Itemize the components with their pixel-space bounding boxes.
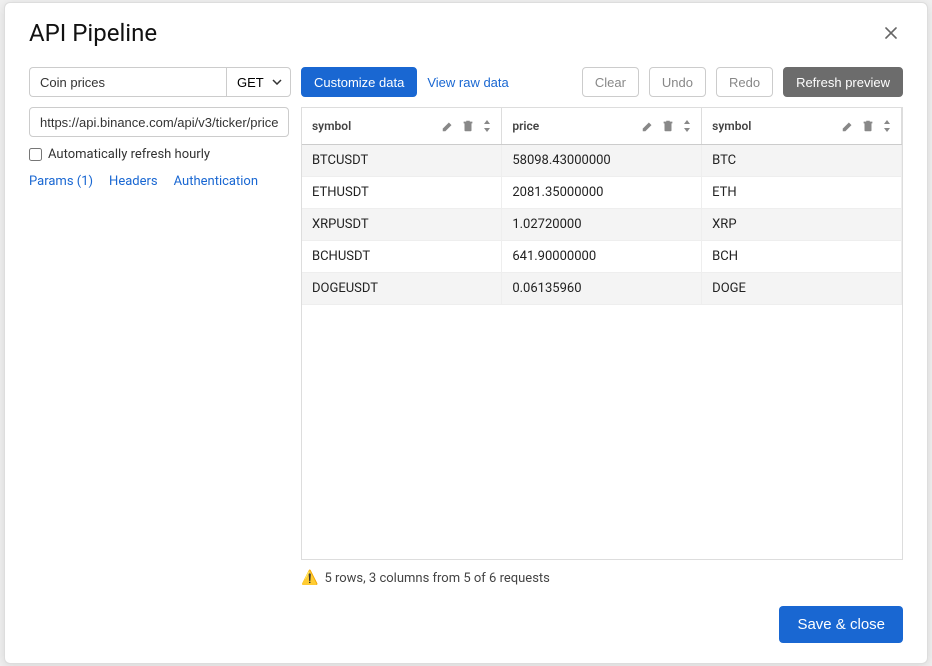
cell[interactable]: BTC [702,144,902,176]
table-row: XRPUSDT 1.02720000 XRP [302,208,902,240]
cell[interactable]: BCHUSDT [302,240,502,272]
column-label: symbol [312,119,441,133]
tab-params[interactable]: Params (1) [29,174,93,189]
column-label: price [512,119,641,133]
delete-column-icon[interactable] [461,119,475,133]
customize-data-button[interactable]: Customize data [301,67,417,97]
tab-headers[interactable]: Headers [109,174,158,189]
clear-button[interactable]: Clear [582,67,639,97]
view-raw-data-link[interactable]: View raw data [427,75,508,90]
column-header-price: price [502,108,702,144]
preview-panel: Customize data View raw data Clear Undo … [301,67,903,586]
preview-toolbar: Customize data View raw data Clear Undo … [301,67,903,97]
cell[interactable]: 0.06135960 [502,272,702,304]
close-button[interactable] [879,21,903,45]
cell[interactable]: 58098.43000000 [502,144,702,176]
delete-column-icon[interactable] [861,119,875,133]
cell[interactable]: XRP [702,208,902,240]
edit-column-icon[interactable] [841,119,855,133]
delete-column-icon[interactable] [661,119,675,133]
api-pipeline-modal: API Pipeline GET Automatically refresh h… [4,2,928,664]
refresh-preview-button[interactable]: Refresh preview [783,67,903,97]
redo-button[interactable]: Redo [716,67,773,97]
cell[interactable]: ETH [702,176,902,208]
tab-authentication[interactable]: Authentication [174,174,258,189]
column-label: symbol [712,119,841,133]
edit-column-icon[interactable] [441,119,455,133]
save-close-button[interactable]: Save & close [779,606,903,643]
table-row: DOGEUSDT 0.06135960 DOGE [302,272,902,304]
edit-column-icon[interactable] [641,119,655,133]
cell[interactable]: 2081.35000000 [502,176,702,208]
status-row: ⚠️ 5 rows, 3 columns from 5 of 6 request… [301,560,903,586]
warning-icon: ⚠️ [301,570,318,586]
config-tabs: Params (1) Headers Authentication [29,174,289,189]
autorefresh-label: Automatically refresh hourly [48,147,210,162]
column-header-symbol-1: symbol [302,108,502,144]
modal-header: API Pipeline [5,3,927,67]
table-row: ETHUSDT 2081.35000000 ETH [302,176,902,208]
column-header-symbol-2: symbol [702,108,902,144]
sort-column-icon[interactable] [481,119,493,133]
table-header-row: symbol price [302,108,902,144]
modal-footer: Save & close [5,600,927,663]
config-panel: GET Automatically refresh hourly Params … [29,67,289,586]
cell[interactable]: ETHUSDT [302,176,502,208]
undo-button[interactable]: Undo [649,67,706,97]
cell[interactable]: XRPUSDT [302,208,502,240]
cell[interactable]: BCH [702,240,902,272]
cell[interactable]: DOGEUSDT [302,272,502,304]
modal-title: API Pipeline [29,19,157,47]
sort-column-icon[interactable] [881,119,893,133]
preview-table: symbol price [302,108,902,305]
cell[interactable]: 1.02720000 [502,208,702,240]
sort-column-icon[interactable] [681,119,693,133]
cell[interactable]: DOGE [702,272,902,304]
url-input[interactable] [29,107,289,137]
preview-table-container[interactable]: symbol price [301,107,903,560]
autorefresh-row[interactable]: Automatically refresh hourly [29,147,289,162]
pipeline-name-input[interactable] [29,67,226,97]
cell[interactable]: BTCUSDT [302,144,502,176]
cell[interactable]: 641.90000000 [502,240,702,272]
table-row: BTCUSDT 58098.43000000 BTC [302,144,902,176]
http-method-select[interactable]: GET [226,67,291,97]
table-row: BCHUSDT 641.90000000 BCH [302,240,902,272]
modal-body: GET Automatically refresh hourly Params … [5,67,927,600]
close-icon [883,25,899,41]
status-text: 5 rows, 3 columns from 5 of 6 requests [324,571,549,586]
name-method-row: GET [29,67,289,97]
table-body: BTCUSDT 58098.43000000 BTC ETHUSDT 2081.… [302,144,902,304]
autorefresh-checkbox[interactable] [29,148,42,161]
